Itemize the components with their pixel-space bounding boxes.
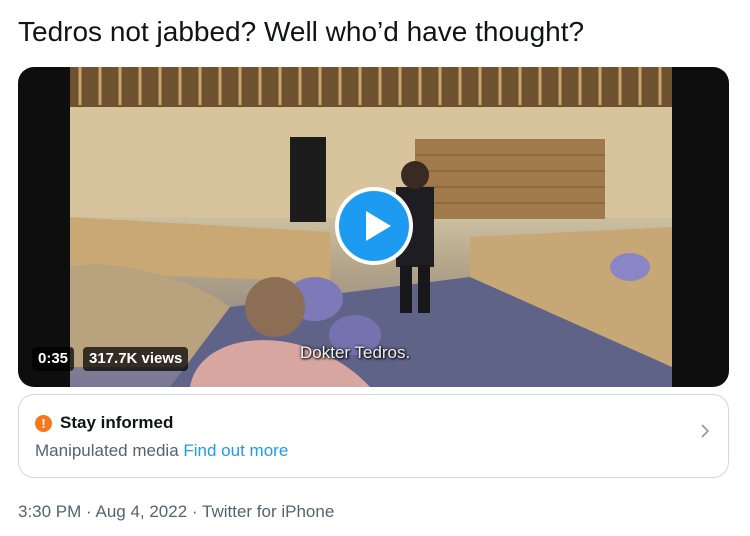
meta-separator: ·	[187, 502, 202, 521]
tweet-date[interactable]: Aug 4, 2022	[95, 502, 187, 521]
find-out-more-link[interactable]: Find out more	[183, 441, 288, 460]
tweet-meta: 3:30 PM · Aug 4, 2022 · Twitter for iPho…	[18, 502, 334, 522]
notice-header: ! Stay informed	[35, 413, 173, 433]
stay-informed-card[interactable]: ! Stay informed Manipulated media Find o…	[18, 394, 729, 478]
video-caption: Dokter Tedros.	[300, 343, 411, 362]
play-icon	[366, 211, 391, 241]
tweet-source[interactable]: Twitter for iPhone	[202, 502, 334, 521]
notice-body: Manipulated media Find out more	[35, 441, 288, 461]
play-button[interactable]	[335, 187, 413, 265]
alert-icon: !	[35, 414, 52, 432]
meta-separator: ·	[81, 502, 96, 521]
video-duration: 0:35	[32, 347, 75, 371]
tweet-text: Tedros not jabbed? Well who’d have thoug…	[18, 16, 585, 47]
chevron-right-icon[interactable]	[700, 423, 710, 439]
manipulated-media-label: Manipulated media	[35, 441, 179, 460]
video-view-count: 317.7K views	[83, 347, 189, 371]
notice-title: Stay informed	[60, 413, 174, 432]
tweet-time[interactable]: 3:30 PM	[18, 502, 81, 521]
video-player[interactable]: Dokter Tedros. 0:35 317.7K views	[18, 67, 729, 387]
